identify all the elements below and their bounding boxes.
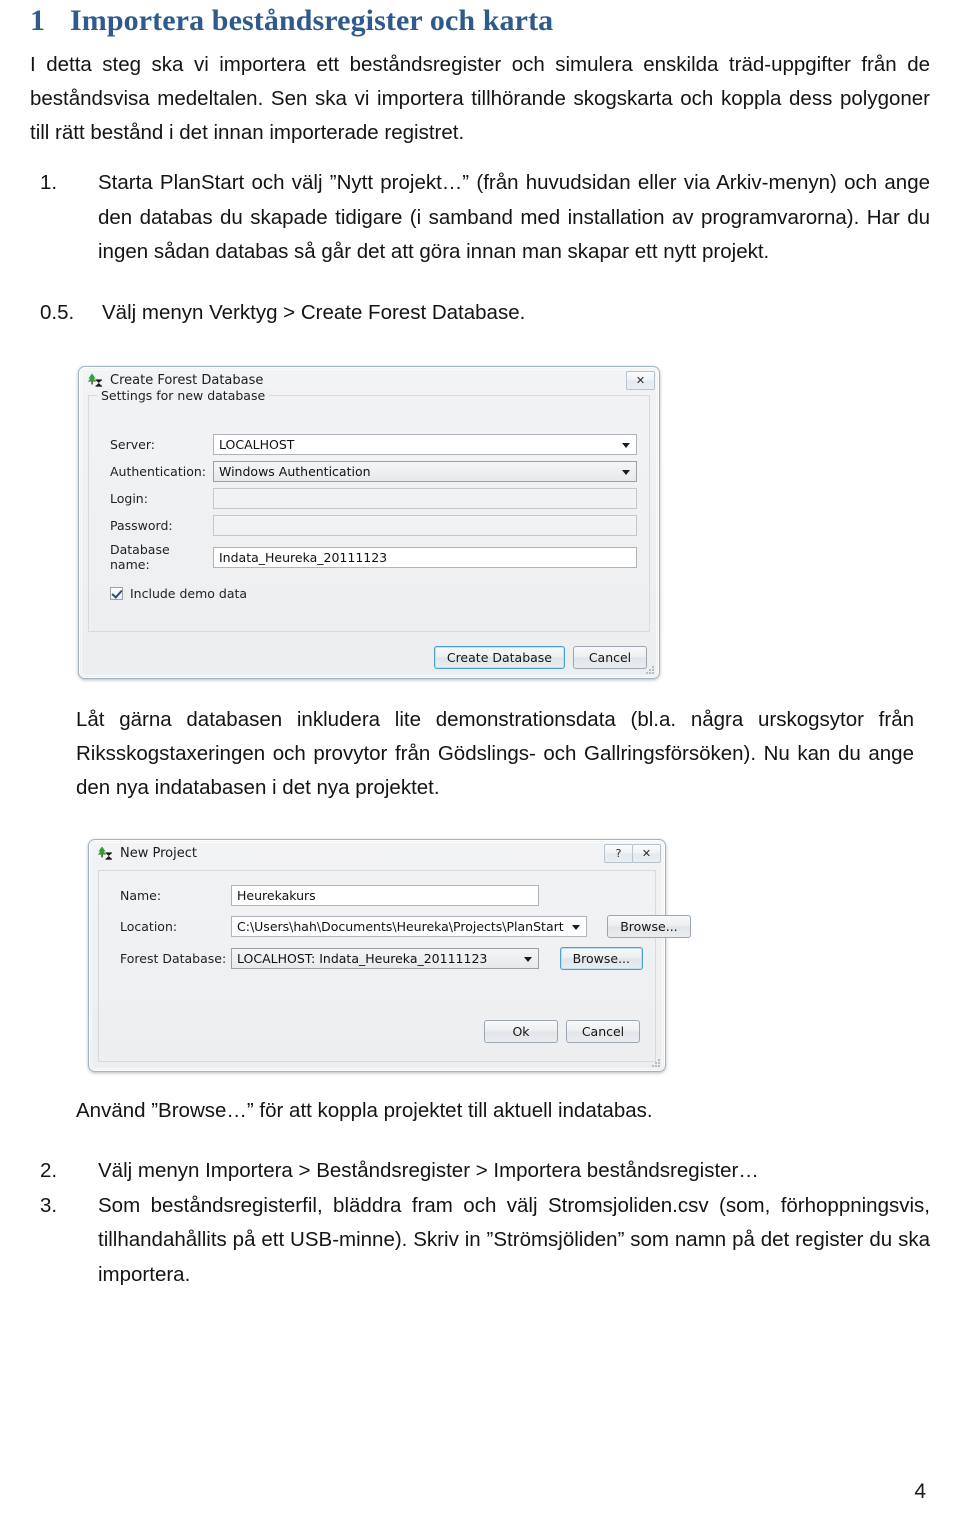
page-title: 1 Importera beståndsregister och karta [30,4,960,38]
project-fields-group: Name: Heurekakurs Location: C:\Users\hah… [98,870,691,1062]
close-icon[interactable]: ✕ [632,843,661,863]
list-item-step-1: 1. Starta PlanStart och välj ”Nytt proje… [40,166,930,270]
database-name-control[interactable]: Indata_Heureka_20111123 [213,546,637,568]
location-label: Location: [120,919,178,934]
location-browse-button[interactable]: Browse... [607,915,691,938]
dialog-body: Settings for new database Server: LOCALH… [79,388,659,678]
new-project-dialog[interactable]: New Project ? ✕ Name: Heurekakurs Locati… [88,839,691,1072]
forest-database-browse-button[interactable]: Browse... [559,947,643,970]
forest-database-combobox[interactable]: LOCALHOST: Indata_Heureka_20111123 [231,948,539,969]
list-item-step-3: 3. Som beståndsregisterfil, bläddra fram… [40,1189,930,1293]
forest-database-control[interactable]: LOCALHOST: Indata_Heureka_20111123 [231,948,539,969]
password-control[interactable] [213,515,637,536]
location-combobox[interactable]: C:\Users\hah\Documents\Heureka\Projects\… [231,916,587,937]
titlebar-buttons: ✕ [626,370,655,390]
cancel-button[interactable]: Cancel [566,1020,640,1043]
name-input[interactable]: Heurekakurs [231,885,539,906]
field-row-password: Password: [101,515,637,536]
field-row-database-name: Database name: Indata_Heureka_20111123 [101,542,637,572]
chevron-down-icon[interactable] [622,469,630,475]
settings-groupbox: Settings for new database Server: LOCALH… [88,388,650,632]
list-item-step-0-5: 0.5. Välj menyn Verktyg > Create Forest … [40,296,930,331]
database-name-label: Database name: [110,542,170,572]
forest-database-value: LOCALHOST: Indata_Heureka_20111123 [237,951,488,966]
paragraph-after-project-dialog: Använd ”Browse…” för att koppla projekte… [76,1099,653,1122]
chevron-down-icon[interactable] [571,924,580,930]
authentication-value: Windows Authentication [219,464,371,479]
forest-database-label: Forest Database: [120,951,227,966]
dialog-title: Create Forest Database [110,372,264,388]
field-row-server: Server: LOCALHOST [101,434,637,455]
tree-icon [97,845,113,861]
dialog-titlebar[interactable]: New Project ? ✕ [89,840,665,866]
login-control[interactable] [213,488,637,509]
list-marker: 3. [40,1193,58,1217]
list-marker: 1. [40,171,58,194]
include-demo-data-row[interactable]: Include demo data [110,586,637,601]
field-row-name: Name: Heurekakurs [111,885,643,906]
password-label: Password: [110,518,173,533]
dialog-body: Name: Heurekakurs Location: C:\Users\hah… [89,866,691,1071]
chevron-down-icon[interactable] [524,956,532,962]
list-marker: 2. [40,1159,58,1182]
field-row-login: Login: [101,488,637,509]
list-text: Starta PlanStart och välj ”Nytt projekt…… [98,171,930,263]
include-demo-data-label: Include demo data [130,586,248,601]
list-item-step-2: 2. Välj menyn Importera > Beståndsregist… [40,1154,930,1189]
database-name-input[interactable]: Indata_Heureka_20111123 [213,546,637,568]
login-input[interactable] [213,488,637,509]
resize-grip[interactable] [650,1057,660,1067]
heading-number: 1 [30,4,46,37]
document-page: 1 Importera beståndsregister och karta I… [0,4,960,1526]
list-marker: 0.5. [40,300,75,324]
page-number: 4 [914,1480,926,1503]
authentication-control[interactable]: Windows Authentication [213,461,637,482]
ok-button[interactable]: Ok [484,1020,558,1043]
field-row-location: Location: C:\Users\hah\Documents\Heureka… [111,915,691,938]
server-label: Server: [110,437,155,452]
location-value: C:\Users\hah\Documents\Heureka\Projects\… [237,919,564,934]
cancel-button[interactable]: Cancel [573,646,647,669]
chevron-down-icon[interactable] [622,442,630,448]
close-icon[interactable]: ✕ [626,370,655,390]
list-text: Som beståndsregisterfil, bläddra fram oc… [98,1193,930,1286]
server-value: LOCALHOST [219,437,295,452]
resize-grip[interactable] [644,664,654,674]
dialog-title: New Project [120,845,197,861]
password-input[interactable] [213,515,637,536]
field-row-authentication: Authentication: Windows Authentication [101,461,637,482]
groupbox-legend: Settings for new database [97,388,270,403]
dialog-button-row: Ok Cancel [111,1020,643,1043]
authentication-label: Authentication: [110,464,206,479]
field-row-forest-database: Forest Database: LOCALHOST: Indata_Heure… [111,947,643,970]
intro-paragraph: I detta steg ska vi importera ett bestån… [30,53,930,144]
include-demo-data-checkbox[interactable] [110,587,123,600]
server-combobox[interactable]: LOCALHOST [213,434,637,455]
tree-icon [87,372,103,388]
help-icon[interactable]: ? [604,843,633,863]
login-label: Login: [110,491,148,506]
create-database-button[interactable]: Create Database [433,646,565,669]
location-control[interactable]: C:\Users\hah\Documents\Heureka\Projects\… [231,916,587,937]
dialog-button-row: Create Database Cancel [88,646,650,669]
create-forest-database-dialog[interactable]: Create Forest Database ✕ Settings for ne… [78,366,660,679]
list-text: Välj menyn Importera > Beståndsregister … [98,1159,759,1182]
name-control[interactable]: Heurekakurs [231,885,539,906]
authentication-combobox[interactable]: Windows Authentication [213,461,637,482]
list-text: Välj menyn Verktyg > Create Forest Datab… [102,300,526,324]
heading-text: Importera beståndsregister och karta [70,4,554,37]
name-label: Name: [120,888,162,903]
titlebar-buttons: ? ✕ [604,843,661,863]
server-control[interactable]: LOCALHOST [213,434,637,455]
paragraph-after-db-dialog: Låt gärna databasen inkludera lite demon… [76,708,914,799]
